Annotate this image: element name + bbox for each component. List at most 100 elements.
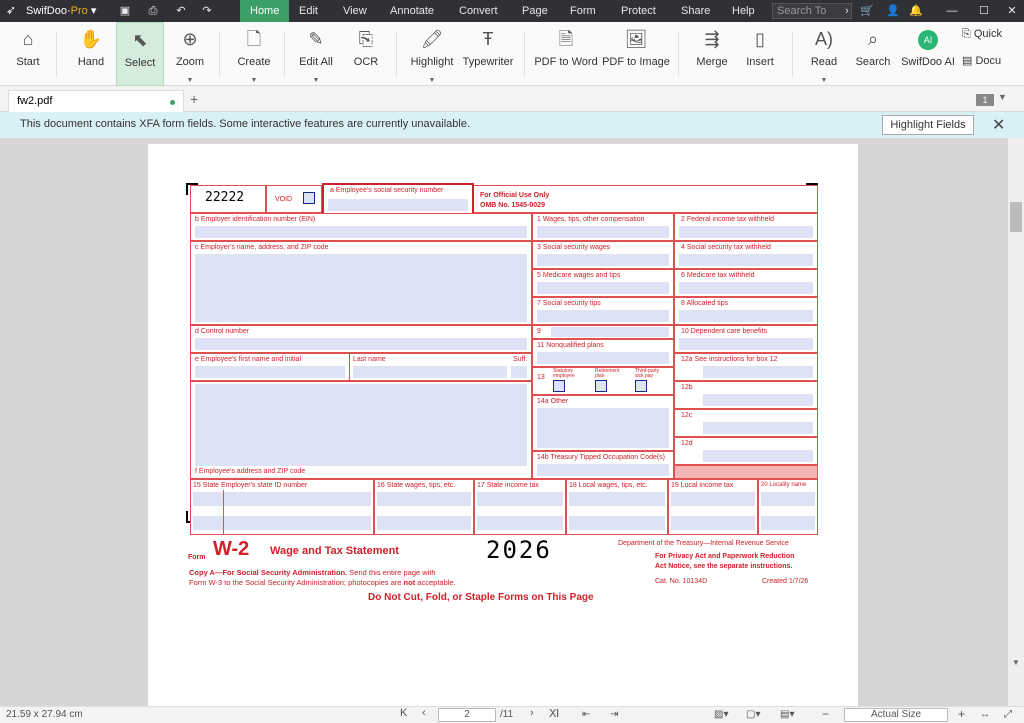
employer-name-field[interactable] [195, 254, 527, 322]
menu-help[interactable]: Help [722, 0, 765, 22]
print-icon[interactable]: ⎙ [144, 0, 162, 22]
state-field-1[interactable] [193, 492, 371, 506]
menu-protect[interactable]: Protect [611, 0, 666, 22]
fullscreen-icon[interactable]: ⤢ [1004, 709, 1012, 720]
chevron-right-icon[interactable]: › [842, 0, 852, 22]
statutory-checkbox[interactable] [553, 380, 565, 392]
insert-button[interactable]: ▯ Insert [738, 22, 782, 86]
pdf-to-image-button[interactable]: 🖼 PDF to Image [602, 22, 670, 86]
wages-field[interactable] [537, 226, 669, 238]
dependent-care-field[interactable] [679, 338, 813, 350]
employee-address-field[interactable] [195, 384, 527, 466]
close-icon[interactable]: ✕ [992, 115, 1005, 135]
highlight-button[interactable]: 🖍 Highlight ▼ [406, 22, 458, 86]
edit-all-button[interactable]: ✎ Edit All ▼ [294, 22, 338, 86]
locality-field-2[interactable] [761, 516, 815, 530]
menu-page[interactable]: Page [512, 0, 558, 22]
tipped-code-field[interactable] [537, 464, 669, 476]
medicare-tax-field[interactable] [679, 282, 813, 294]
zoom-select[interactable]: Actual Size [844, 708, 948, 722]
menu-home[interactable]: Home [240, 0, 290, 22]
state-wages-field-2[interactable] [377, 516, 471, 530]
bell-icon[interactable]: 🔔 [907, 0, 925, 22]
search-input[interactable]: Search To [772, 3, 852, 19]
page-layout-icon[interactable]: ▤▾ [780, 709, 794, 720]
hand-button[interactable]: ✋ Hand [68, 22, 114, 86]
close-window-icon[interactable]: ✕ [1000, 0, 1024, 22]
app-name[interactable]: SwifDoo·Pro ▾ [26, 4, 96, 17]
void-checkbox[interactable] [303, 192, 315, 204]
fit-icon[interactable]: ▢▾ [746, 709, 760, 720]
swifdoo-ai-button[interactable]: AI SwifDoo AI [898, 22, 958, 86]
last-name-field[interactable] [353, 366, 507, 378]
local-wages-field-2[interactable] [569, 516, 665, 530]
nonqualified-field[interactable] [537, 352, 669, 364]
read-button[interactable]: A) Read ▼ [802, 22, 846, 86]
vertical-scrollbar[interactable]: ▼ [1008, 138, 1024, 706]
control-number-field[interactable] [195, 338, 527, 350]
view-mode-icon[interactable]: ▨▾ [714, 709, 728, 720]
suffix-field[interactable] [511, 366, 527, 378]
third-party-checkbox[interactable] [635, 380, 647, 392]
merge-button[interactable]: ⇶ Merge [690, 22, 734, 86]
last-page-icon[interactable]: Ⅺ [549, 707, 559, 720]
federal-tax-field[interactable] [679, 226, 813, 238]
prev-view-icon[interactable]: ⇤ [582, 709, 590, 720]
page-number-input[interactable]: 2 [438, 708, 496, 722]
cart-icon[interactable]: 🛒 [858, 0, 876, 22]
retirement-checkbox[interactable] [595, 380, 607, 392]
menu-convert[interactable]: Convert [449, 0, 508, 22]
chevron-down-icon[interactable]: ▼ [998, 92, 1007, 102]
zoom-button[interactable]: ⊕ Zoom ▼ [168, 22, 212, 86]
state-tax-field-1[interactable] [477, 492, 563, 506]
first-page-icon[interactable]: K [400, 707, 407, 719]
menu-view[interactable]: View [333, 0, 377, 22]
create-button[interactable]: 🗋 Create ▼ [232, 22, 276, 86]
prev-page-icon[interactable]: ‹ [422, 707, 426, 719]
menu-share[interactable]: Share [671, 0, 720, 22]
next-page-icon[interactable]: › [530, 707, 534, 719]
medicare-wages-field[interactable] [537, 282, 669, 294]
local-tax-field-2[interactable] [671, 516, 755, 530]
zoom-out-icon[interactable]: − [822, 707, 829, 721]
fit-width-icon[interactable]: ↔ [980, 709, 990, 720]
search-button[interactable]: ⌕ Search [852, 22, 894, 86]
minimize-icon[interactable]: — [940, 0, 964, 22]
allocated-tips-field[interactable] [679, 310, 813, 322]
scroll-down-icon[interactable]: ▼ [1012, 658, 1020, 667]
redo-icon[interactable]: ↷ [198, 0, 216, 22]
typewriter-button[interactable]: Ŧ Typewriter [462, 22, 514, 86]
user-icon[interactable]: 👤 [884, 0, 902, 22]
ss-tips-field[interactable] [537, 310, 669, 322]
menu-edit[interactable]: Edit [289, 0, 328, 22]
docu-button[interactable]: ▤ Docu [962, 54, 1024, 72]
undo-icon[interactable]: ↶ [172, 0, 190, 22]
menu-form[interactable]: Form [560, 0, 606, 22]
ein-field[interactable] [195, 226, 527, 238]
pdf-to-word-button[interactable]: 🗎 PDF to Word [534, 22, 598, 86]
tab-fw2[interactable]: fw2.pdf [8, 90, 184, 112]
zoom-in-icon[interactable]: + [958, 707, 965, 721]
local-tax-field-1[interactable] [671, 492, 755, 506]
state-field-2[interactable] [193, 516, 371, 530]
scrollbar-thumb[interactable] [1010, 202, 1022, 232]
other-field[interactable] [537, 408, 669, 448]
box-12d-field[interactable] [703, 450, 813, 462]
next-view-icon[interactable]: ⇥ [610, 709, 618, 720]
first-name-field[interactable] [195, 366, 345, 378]
box-12b-field[interactable] [703, 394, 813, 406]
box-12c-field[interactable] [703, 422, 813, 434]
box-9-field[interactable] [551, 327, 669, 337]
ss-tax-field[interactable] [679, 254, 813, 266]
box-12a-field[interactable] [703, 366, 813, 378]
state-tax-field-2[interactable] [477, 516, 563, 530]
local-wages-field-1[interactable] [569, 492, 665, 506]
quick-button[interactable]: ⎘ Quick [962, 28, 1024, 46]
start-button[interactable]: ⌂ Start [6, 22, 50, 86]
ocr-button[interactable]: ⎘ OCR [344, 22, 388, 86]
state-wages-field-1[interactable] [377, 492, 471, 506]
menu-annotate[interactable]: Annotate [380, 0, 444, 22]
locality-field-1[interactable] [761, 492, 815, 506]
ssn-field[interactable] [328, 199, 468, 211]
select-button[interactable]: ⬉ Select [116, 22, 164, 86]
